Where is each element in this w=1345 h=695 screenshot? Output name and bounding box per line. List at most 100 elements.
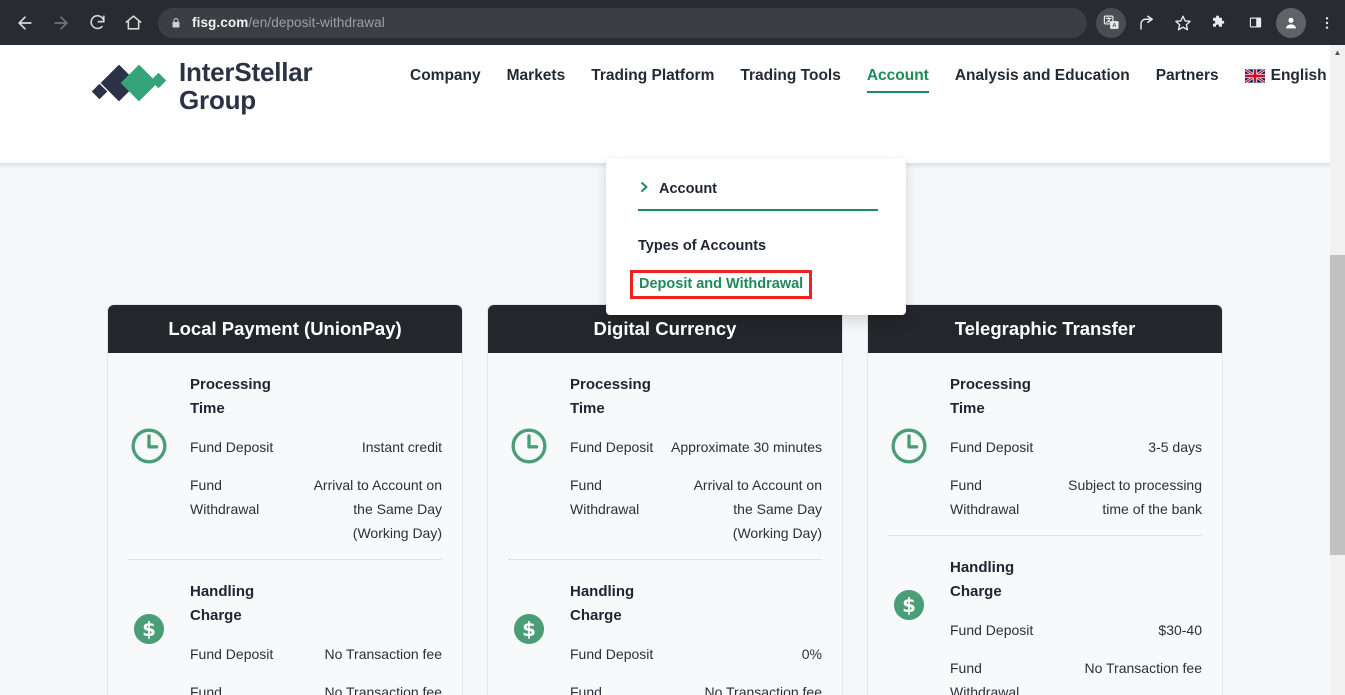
extensions-puzzle-icon[interactable] <box>1204 8 1234 38</box>
row-fund-withdrawal: Fund Withdrawal Subject to processing ti… <box>950 473 1202 521</box>
row-key: Fund Deposit <box>570 439 654 455</box>
row-key: Fund Deposit <box>950 622 1034 638</box>
nav-item-analysis-and-education[interactable]: Analysis and Education <box>955 67 1130 91</box>
card-body: Processing Time Fund Deposit Approximate… <box>488 353 842 695</box>
section-content: Processing Time Fund Deposit Approximate… <box>570 373 822 545</box>
section-content: Handling Charge Fund Deposit 0% Fund Wit… <box>570 580 822 695</box>
section-processing-time: Processing Time Fund Deposit Approximate… <box>508 353 822 559</box>
section-handling-charge: $ Handling Charge Fund Deposit 0% Fund W… <box>508 559 822 695</box>
back-arrow-icon[interactable] <box>8 6 42 40</box>
row-fund-withdrawal: Fund Withdrawal No Transaction fee <box>950 656 1202 695</box>
dropdown-heading-label: Account <box>659 180 717 197</box>
row-value: Arrival to Account on the Same Day (Work… <box>313 477 442 541</box>
address-bar[interactable]: fisg.com/en/deposit-withdrawal <box>158 7 1087 38</box>
nav-item-trading-platform[interactable]: Trading Platform <box>591 67 714 91</box>
account-dropdown-menu: Account Types of Accounts Deposit and Wi… <box>606 158 906 315</box>
row-key: Fund Withdrawal <box>570 477 640 517</box>
bookmark-star-icon[interactable] <box>1168 8 1198 38</box>
section-content: Handling Charge Fund Deposit No Transact… <box>190 580 442 695</box>
card-title: Local Payment (UnionPay) <box>108 305 462 353</box>
chevron-right-icon <box>638 180 650 197</box>
row-value: 0% <box>801 646 822 662</box>
reload-icon[interactable] <box>80 6 114 40</box>
card-body: Processing Time Fund Deposit Instant cre… <box>108 353 462 695</box>
svg-text:$: $ <box>142 618 156 641</box>
section-content: Handling Charge Fund Deposit $30-40 Fund… <box>950 556 1202 695</box>
site-logo[interactable]: InterStellar Group <box>91 57 313 115</box>
row-key: Fund Deposit <box>190 646 274 662</box>
browser-toolbar-actions: A <box>1093 0 1345 45</box>
nav-item-account[interactable]: Account <box>866 67 929 93</box>
translate-icon[interactable]: A <box>1096 7 1126 38</box>
url-path: /en/deposit-withdrawal <box>248 15 385 30</box>
row-fund-deposit: Fund Deposit 0% <box>570 642 822 666</box>
side-panel-icon[interactable] <box>1240 8 1270 38</box>
row-fund-deposit: Fund Deposit No Transaction fee <box>190 642 442 666</box>
dropdown-item-types-of-accounts[interactable]: Types of Accounts <box>638 238 766 254</box>
row-key: Fund Withdrawal <box>950 477 1020 517</box>
nav-item-trading-tools[interactable]: Trading Tools <box>740 67 840 91</box>
brand-line-2: Group <box>179 85 256 115</box>
svg-text:A: A <box>1112 23 1116 29</box>
browser-nav-buttons <box>0 6 150 40</box>
payment-method-cards: Local Payment (UnionPay) Processing Time… <box>0 304 1330 695</box>
language-selector[interactable]: English <box>1243 67 1327 91</box>
row-key: Fund Deposit <box>570 646 654 662</box>
chrome-menu-icon[interactable] <box>1312 8 1342 38</box>
row-key: Fund Withdrawal <box>190 477 260 517</box>
dropdown-item-deposit-and-withdrawal[interactable]: Deposit and Withdrawal <box>630 270 813 299</box>
section-title: Processing Time <box>950 376 1031 417</box>
row-key: Fund Withdrawal <box>570 684 602 695</box>
svg-text:$: $ <box>902 594 916 617</box>
forward-arrow-icon[interactable] <box>44 6 78 40</box>
section-title: Processing Time <box>570 376 651 417</box>
profile-avatar-icon[interactable] <box>1276 7 1306 38</box>
lock-icon <box>170 16 182 30</box>
section-handling-charge: $ Handling Charge Fund Deposit No Transa… <box>128 559 442 695</box>
section-content: Processing Time Fund Deposit 3-5 days Fu… <box>950 373 1202 521</box>
nav-item-partners[interactable]: Partners <box>1156 67 1219 91</box>
card-digital-currency: Digital Currency Processing Time Fund De… <box>487 304 843 695</box>
clock-icon <box>888 425 930 467</box>
row-fund-deposit: Fund Deposit $30-40 <box>950 618 1202 642</box>
nav-item-company[interactable]: Company <box>410 67 481 91</box>
brand-name: InterStellar Group <box>179 57 313 115</box>
scrollbar-thumb[interactable] <box>1330 255 1345 555</box>
dollar-icon: $ <box>888 584 930 626</box>
row-key: Fund Withdrawal <box>950 660 1020 695</box>
row-value: $30-40 <box>1158 622 1202 638</box>
row-key: Fund Deposit <box>190 439 274 455</box>
row-value: 3-5 days <box>1148 439 1202 455</box>
card-title: Telegraphic Transfer <box>868 305 1222 353</box>
section-title: Processing Time <box>190 376 271 417</box>
row-value: Instant credit <box>361 439 442 455</box>
row-key: Fund Withdrawal <box>190 684 222 695</box>
share-icon[interactable] <box>1132 8 1162 38</box>
card-telegraphic-transfer: Telegraphic Transfer Processing Time Fun… <box>867 304 1223 695</box>
url-host: fisg.com <box>192 15 249 30</box>
interstellar-diamonds-logo <box>91 58 167 114</box>
row-fund-deposit: Fund Deposit Instant credit <box>190 435 442 459</box>
row-value: Arrival to Account on the Same Day (Work… <box>693 477 822 541</box>
brand-line-1: InterStellar <box>179 57 313 87</box>
scroll-up-arrow-icon[interactable]: ▲ <box>1330 45 1345 60</box>
dollar-icon: $ <box>128 608 170 650</box>
home-icon[interactable] <box>116 6 150 40</box>
section-processing-time: Processing Time Fund Deposit Instant cre… <box>128 353 442 559</box>
section-title: Handling Charge <box>950 559 1015 600</box>
nav-item-markets[interactable]: Markets <box>507 67 566 91</box>
language-label: English <box>1270 67 1327 84</box>
uk-flag-icon <box>1243 68 1266 84</box>
row-value: No Transaction fee <box>324 684 442 695</box>
row-value: No Transaction fee <box>324 646 442 662</box>
row-fund-withdrawal: Fund Withdrawal No Transaction fee <box>190 680 442 695</box>
dropdown-divider <box>638 209 878 211</box>
row-fund-deposit: Fund Deposit 3-5 days <box>950 435 1202 459</box>
section-content: Processing Time Fund Deposit Instant cre… <box>190 373 442 545</box>
section-title: Handling Charge <box>570 583 635 624</box>
page-scrollbar[interactable]: ▲ <box>1330 45 1345 695</box>
row-fund-withdrawal: Fund Withdrawal Arrival to Account on th… <box>190 473 442 545</box>
row-value: No Transaction fee <box>704 684 822 695</box>
clock-icon <box>508 425 550 467</box>
row-value: Approximate 30 minutes <box>671 439 822 455</box>
